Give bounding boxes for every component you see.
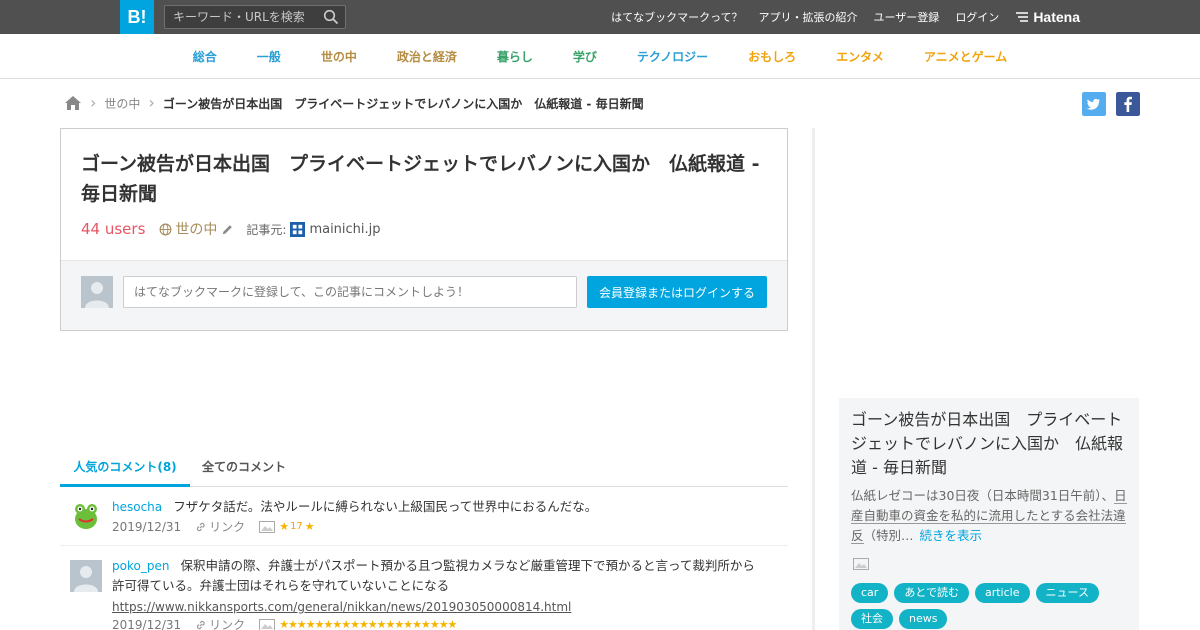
top-nav: はてなブックマークって？ アプリ・拡張の紹介 ユーザー登録 ログイン Haten…: [595, 0, 1200, 34]
breadcrumb-category[interactable]: 世の中: [104, 95, 140, 112]
avatar[interactable]: [70, 499, 102, 531]
chevron-right-icon: ›: [90, 93, 97, 112]
breadcrumb: › 世の中 › ゴーン被告が日本出国 プライベートジェットでレバノンに入国か 仏…: [64, 93, 644, 113]
category-knowledge[interactable]: 学び: [573, 48, 597, 65]
comment-form: 会員登録またはログインする: [61, 260, 787, 330]
signup-login-button[interactable]: 会員登録またはログインする: [587, 276, 767, 308]
tag[interactable]: article: [974, 583, 1030, 603]
entry-category-label: 世の中: [175, 222, 218, 238]
tab-all-comments[interactable]: 全てのコメント: [202, 452, 286, 487]
category-entertainment[interactable]: エンタメ: [836, 48, 884, 65]
source-link[interactable]: mainichi.jp: [290, 221, 381, 237]
link-icon: [197, 522, 205, 531]
breadcrumb-current: ゴーン被告が日本出国 プライベートジェットでレバノンに入国か 仏紙報道 - 毎日…: [162, 96, 644, 111]
comment-link-label: リンク: [209, 520, 246, 534]
twitter-icon[interactable]: [1082, 92, 1106, 116]
entry-title[interactable]: ゴーン被告が日本出国 プライベートジェットでレバノンに入国か 仏紙報道 - 毎日…: [81, 149, 771, 209]
category-general[interactable]: 一般: [257, 48, 281, 65]
tag[interactable]: 社会: [851, 609, 893, 629]
hatena-brand-text: Hatena: [1033, 9, 1080, 25]
comment-tabs: 人気のコメント(8) 全てのコメント: [60, 452, 788, 487]
top-bar: B! はてなブックマークって？ アプリ・拡張の紹介 ユーザー登録 ログイン Ha…: [0, 0, 1200, 34]
show-more-link[interactable]: 続きを表示: [920, 528, 983, 543]
link-icon: [197, 620, 205, 629]
default-avatar-icon[interactable]: [70, 560, 102, 592]
tag[interactable]: car: [851, 583, 889, 603]
category-life[interactable]: 暮らし: [497, 48, 533, 65]
mainichi-favicon-icon: [290, 221, 306, 237]
category-nav: 総合 一般 世の中 政治と経済 暮らし 学び テクノロジー おもしろ エンタメ …: [0, 34, 1200, 79]
chevron-right-icon: ›: [148, 93, 155, 112]
comment-link[interactable]: リンク: [195, 518, 245, 535]
category-sogo[interactable]: 総合: [193, 48, 217, 65]
category-game[interactable]: アニメとゲーム: [924, 48, 1007, 65]
comment-url-link[interactable]: https://www.nikkansports.com/general/nik…: [112, 600, 571, 614]
image-icon[interactable]: [853, 558, 869, 570]
about-link[interactable]: はてなブックマークって？: [611, 9, 742, 25]
comment-item: hesocha フザケタ話だ。法やルールに縛られない上級国民って世界中におるんだ…: [60, 487, 788, 546]
comment-item: poko_pen 保釈申請の際、弁護士がパスポート預かる且つ監視カメラなど厳重管…: [60, 546, 788, 630]
facebook-icon[interactable]: [1116, 92, 1140, 116]
entry-meta: 44 users 世の中 記事元: mainichi.jp: [81, 219, 381, 239]
comment-input[interactable]: [123, 276, 577, 308]
search-icon[interactable]: [323, 9, 339, 25]
comment-link[interactable]: リンク: [195, 616, 245, 630]
tag[interactable]: ニュース: [1035, 583, 1099, 603]
comment-username[interactable]: hesocha: [112, 500, 162, 514]
entry-category[interactable]: 世の中: [159, 219, 217, 239]
star-count[interactable]: 17: [290, 521, 303, 532]
star-row[interactable]: ★★★★★★★★★★★★★★★★★★★★: [279, 618, 457, 630]
category-it[interactable]: テクノロジー: [637, 48, 708, 65]
login-link[interactable]: ログイン: [955, 9, 999, 25]
tab-popular-comments[interactable]: 人気のコメント(8): [60, 452, 190, 487]
home-icon[interactable]: [64, 95, 82, 111]
pencil-icon[interactable]: [221, 223, 234, 236]
search-box: [164, 5, 346, 29]
tag[interactable]: news: [899, 609, 948, 629]
default-avatar-icon: [81, 276, 113, 308]
entry-card: ゴーン被告が日本出国 プライベートジェットでレバノンに入国か 仏紙報道 - 毎日…: [60, 128, 788, 331]
column-divider: [812, 128, 815, 630]
source-domain: mainichi.jp: [309, 221, 381, 237]
comment-date[interactable]: 2019/12/31: [112, 520, 181, 534]
star-icon[interactable]: ★: [305, 520, 315, 533]
sidebar-desc-text: 仏紙レゼコーは30日夜（日本時間31日午前）、: [851, 488, 1115, 503]
globe-icon: [159, 223, 172, 235]
comment-text: フザケタ話だ。法やルールに縛られない上級国民って世界中におるんだな。: [173, 499, 598, 514]
add-star-icon[interactable]: [259, 520, 276, 533]
category-social[interactable]: 世の中: [321, 48, 357, 65]
add-star-icon[interactable]: [259, 618, 276, 630]
sidebar-entry-box: ゴーン被告が日本出国 プライベートジェットでレバノンに入国か 仏紙報道 - 毎日…: [839, 398, 1139, 630]
sidebar-entry-description: 仏紙レゼコーは30日夜（日本時間31日午前）、日産自動車の資金を私的に流用したと…: [851, 486, 1131, 546]
source-label: 記事元:: [246, 222, 287, 237]
comment-username[interactable]: poko_pen: [112, 559, 169, 573]
comment-text: 保釈申請の際、弁護士がパスポート預かる且つ監視カメラなど厳重管理下で預かると言っ…: [112, 558, 755, 593]
category-fun[interactable]: おもしろ: [748, 48, 796, 65]
hatena-brand[interactable]: Hatena: [1015, 9, 1080, 25]
users-count[interactable]: 44 users: [81, 220, 145, 238]
comment-date[interactable]: 2019/12/31: [112, 618, 181, 630]
sidebar-entry-title[interactable]: ゴーン被告が日本出国 プライベートジェットでレバノンに入国か 仏紙報道 - 毎日…: [851, 408, 1131, 480]
search-input[interactable]: [173, 6, 318, 28]
sidebar-desc-tail: （特別…: [863, 528, 914, 543]
category-economics[interactable]: 政治と経済: [397, 48, 457, 65]
hatena-wing-icon: [1016, 12, 1029, 22]
signup-link[interactable]: ユーザー登録: [874, 9, 940, 25]
comment-link-label: リンク: [209, 618, 246, 630]
tag[interactable]: あとで読む: [894, 583, 969, 603]
star-icon[interactable]: ★: [279, 520, 289, 533]
hatena-bookmark-logo[interactable]: B!: [120, 0, 154, 34]
tag-list: car あとで読む article ニュース 社会 news: [851, 583, 1136, 630]
apps-link[interactable]: アプリ・拡張の紹介: [759, 9, 858, 25]
